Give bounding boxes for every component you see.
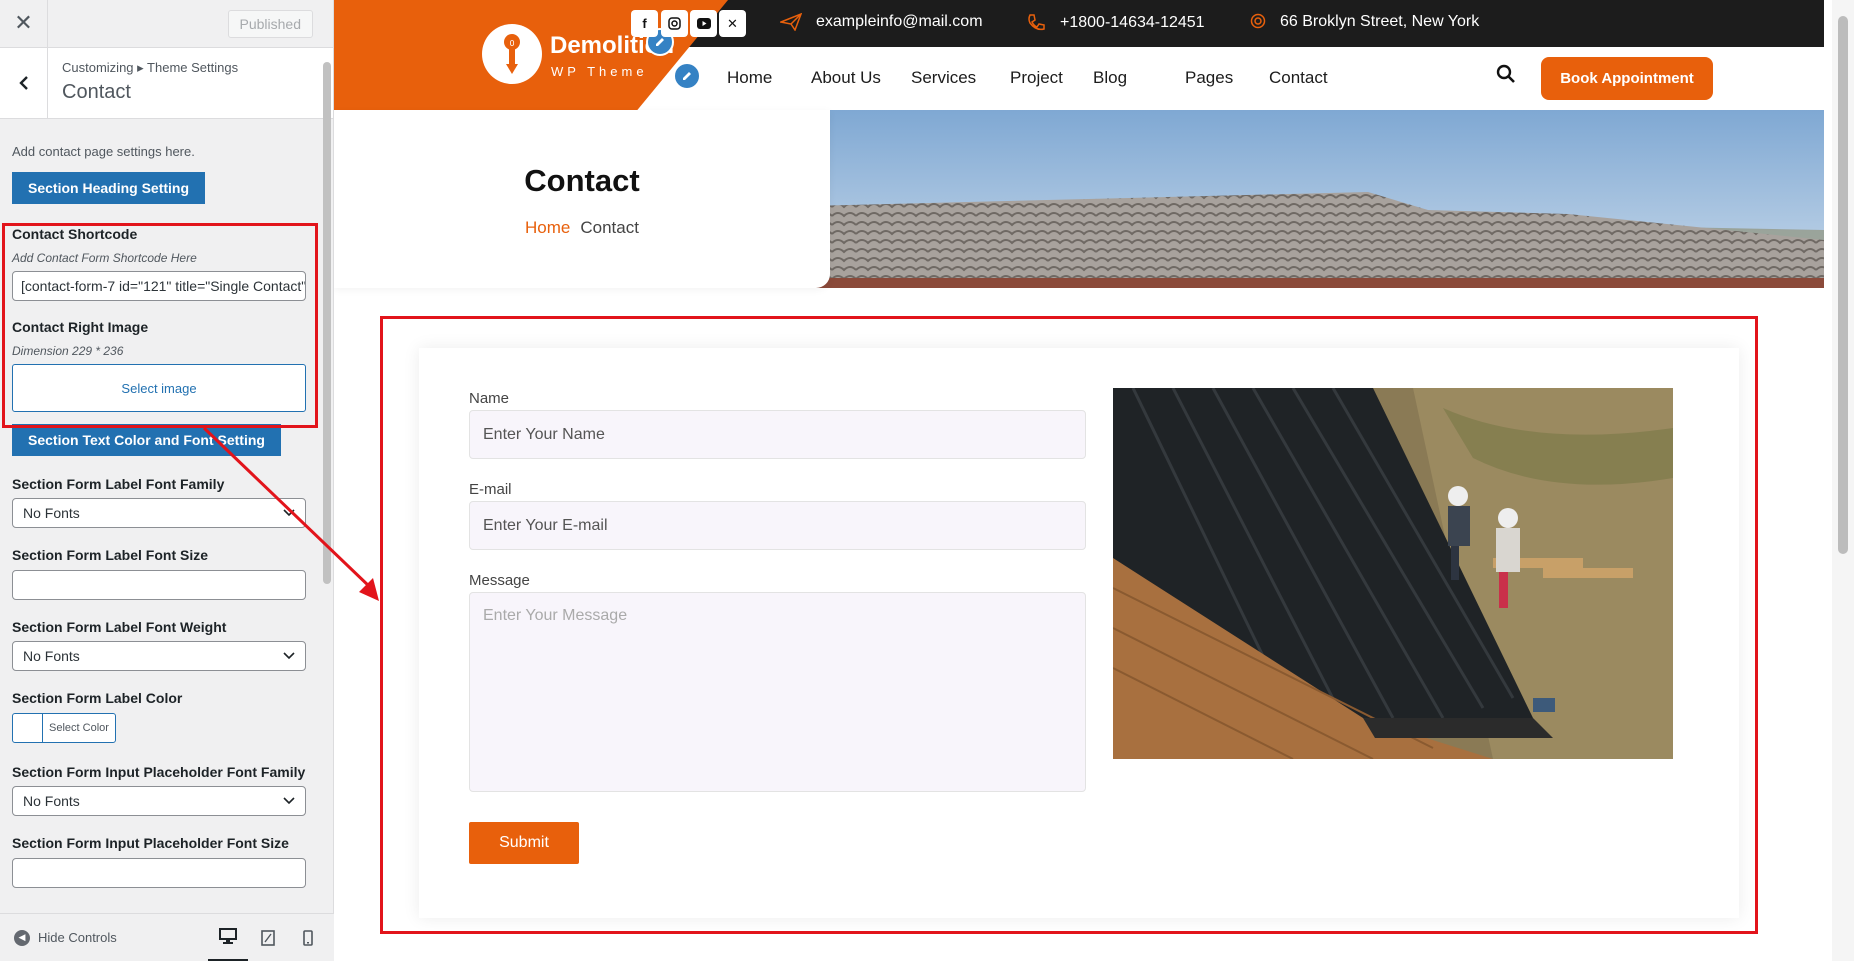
- annotation-arrow: [202, 426, 379, 601]
